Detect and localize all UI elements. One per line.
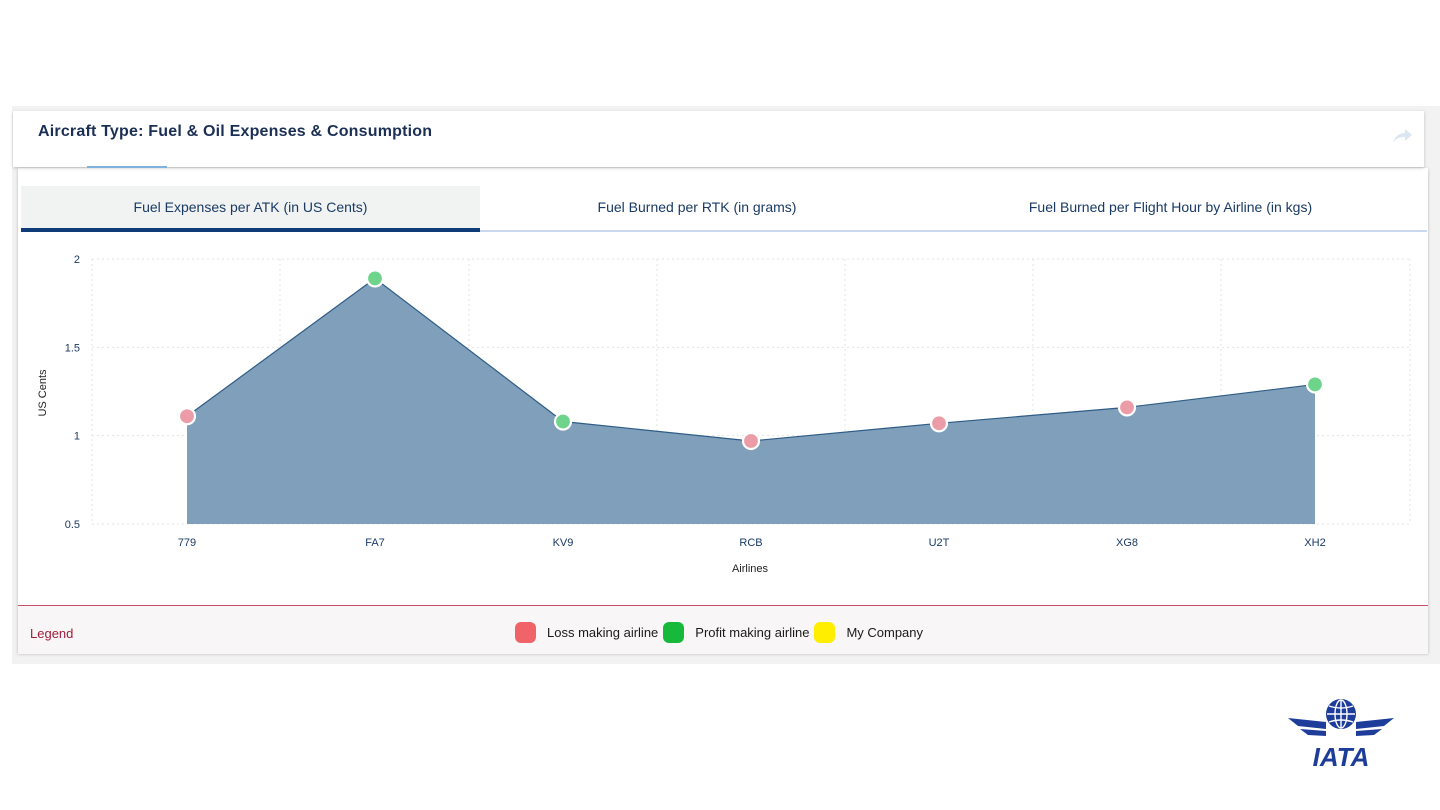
iata-logo: IATA — [1288, 699, 1394, 768]
card-header: Aircraft Type: Fuel & Oil Expenses & Con… — [13, 111, 1424, 167]
y-axis-title: US Cents — [37, 369, 49, 417]
header-accent — [87, 166, 167, 168]
legend-item-loss[interactable]: Loss making airline — [515, 622, 658, 643]
legend-swatch-my-company — [814, 622, 836, 643]
legend-label-my-company: My Company — [846, 625, 924, 640]
data-point-XH2[interactable] — [1305, 375, 1325, 394]
data-point-XG8[interactable] — [1117, 398, 1137, 417]
x-tick-label: FA7 — [365, 537, 385, 549]
iata-logo-text: IATA — [1313, 742, 1370, 768]
legend-item-my-company[interactable]: My Company — [814, 622, 923, 643]
x-tick-label: RCB — [739, 537, 762, 549]
tab-bar: Fuel Expenses per ATK (in US Cents) Fuel… — [21, 186, 1427, 232]
legend-title: Legend — [30, 626, 74, 641]
legend-label-profit: Profit making airline — [695, 625, 810, 640]
x-tick-label: KV9 — [553, 537, 574, 549]
x-axis-title: Airlines — [732, 563, 769, 575]
page-title: Aircraft Type: Fuel & Oil Expenses & Con… — [38, 123, 433, 140]
y-tick-label: 1.5 — [65, 342, 80, 354]
y-tick-label: 2 — [74, 254, 80, 266]
legend-swatch-loss — [515, 622, 536, 643]
data-point-U2T[interactable] — [929, 414, 949, 433]
y-tick-label: 1 — [74, 431, 80, 443]
y-tick-label: 0.5 — [65, 519, 80, 531]
tab-fuel-burned-flight-hour[interactable]: Fuel Burned per Flight Hour by Airline (… — [914, 186, 1427, 230]
share-arrow-icon[interactable] — [1390, 125, 1414, 147]
data-point-RCB[interactable] — [741, 431, 761, 451]
legend-item-profit[interactable]: Profit making airline — [663, 622, 809, 643]
data-point-779[interactable] — [177, 407, 197, 426]
legend-items: Loss making airline Profit making airlin… — [515, 622, 928, 643]
area-chart: 0.5 1 1.5 2 779 FA7 KV9 RCB U2T XG8 XH2 Airlines US … — [37, 254, 1411, 575]
legend-swatch-profit — [663, 622, 685, 643]
x-tick-label: 779 — [178, 537, 196, 549]
x-tick-label: XG8 — [1116, 537, 1138, 549]
data-point-KV9[interactable] — [553, 412, 573, 431]
tab-fuel-burned-rtk[interactable]: Fuel Burned per RTK (in grams) — [480, 186, 914, 230]
tab-fuel-expenses-atk[interactable]: Fuel Expenses per ATK (in US Cents) — [21, 186, 480, 232]
legend-bar: Legend Loss making airline Profit making… — [18, 605, 1428, 654]
x-tick-label: U2T — [929, 537, 950, 549]
data-point-FA7[interactable] — [365, 269, 385, 288]
x-tick-label: XH2 — [1304, 537, 1325, 549]
legend-label-loss: Loss making airline — [547, 625, 659, 640]
area-fill — [187, 278, 1315, 524]
